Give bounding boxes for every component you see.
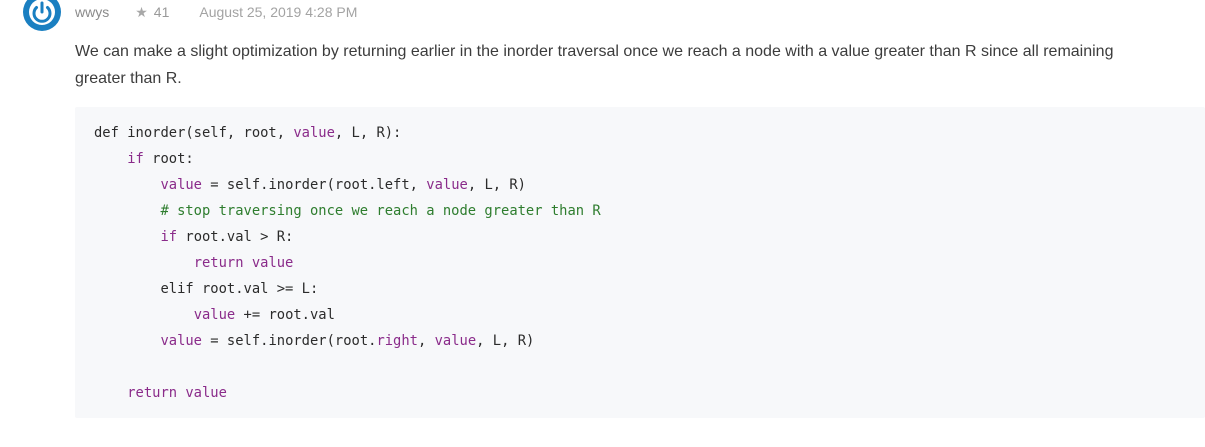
code-text: ,	[417, 333, 435, 349]
code-keyword: value	[193, 307, 236, 323]
code-keyword: return value	[193, 255, 294, 271]
code-keyword: return value	[127, 385, 227, 401]
post-body: We can make a slight optimization by ret…	[75, 38, 1205, 92]
code-keyword: value	[434, 333, 477, 349]
code-text: , L, R)	[467, 177, 526, 193]
code-keyword: value	[426, 177, 468, 193]
code-line: value += root.val	[94, 302, 1205, 328]
code-block: def inorder(self, root, value, L, R): if…	[75, 107, 1205, 418]
code-line: value = self.inorder(root.right, value, …	[94, 328, 1205, 354]
code-line: def inorder(self, root, value, L, R):	[94, 120, 1205, 146]
code-keyword: value	[160, 333, 202, 349]
code-text: += root.val	[235, 307, 335, 323]
code-line: elif root.val >= L:	[94, 276, 1205, 302]
code-content: def inorder(self, root, value, L, R): if…	[75, 107, 1205, 406]
code-text: , L, R)	[476, 333, 535, 349]
code-line: value = self.inorder(root.left, value, L…	[94, 172, 1205, 198]
post-date: August 25, 2019 4:28 PM	[199, 4, 358, 20]
vote-number: 41	[153, 4, 170, 20]
code-line: if root.val > R:	[94, 224, 1205, 250]
code-keyword: value	[160, 177, 202, 193]
star-icon: ★	[135, 3, 148, 20]
post-meta: wwys ★ 41 August 25, 2019 4:28 PM	[75, 3, 357, 21]
code-text: , L, R):	[334, 125, 402, 141]
code-text: def inorder(self, root,	[94, 125, 294, 141]
code-text: = self.inorder(root.left,	[202, 177, 427, 193]
code-line: # stop traversing once we reach a node g…	[94, 198, 1205, 224]
vote-count: ★ 41	[135, 4, 169, 21]
code-comment: # stop traversing once we reach a node g…	[160, 203, 601, 219]
author-name[interactable]: wwys	[75, 4, 109, 20]
avatar[interactable]	[22, 0, 62, 32]
code-line: return value	[94, 380, 1205, 406]
post-text-line: We can make a slight optimization by ret…	[75, 43, 1114, 60]
post-text-line: greater than R.	[75, 70, 182, 87]
code-keyword: if	[160, 229, 178, 245]
code-text: root.val > R:	[177, 229, 294, 245]
code-line: return value	[94, 250, 1205, 276]
code-keyword: if	[127, 151, 144, 167]
code-text: root:	[143, 151, 194, 167]
code-keyword: value	[293, 125, 335, 141]
code-text: elif root.val >= L:	[94, 281, 319, 297]
code-text: = self.inorder(root.	[202, 333, 377, 349]
code-keyword: right	[376, 333, 418, 349]
code-line: if root:	[94, 146, 1205, 172]
